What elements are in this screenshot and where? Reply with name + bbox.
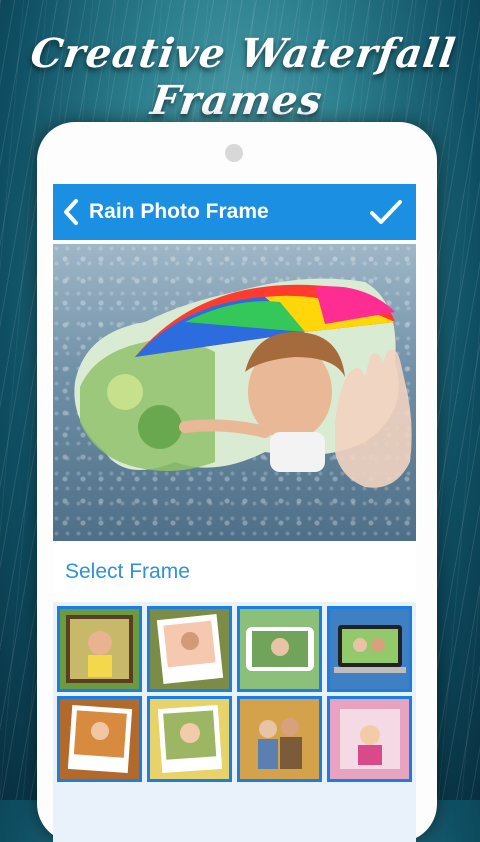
- frame-thumb-6[interactable]: [147, 696, 232, 782]
- frame-6-preview: [150, 699, 229, 779]
- frame-8-preview: [330, 699, 409, 779]
- frame-thumb-8[interactable]: [327, 696, 412, 782]
- check-icon: [370, 200, 402, 224]
- frame-thumb-7[interactable]: [237, 696, 322, 782]
- app-screen: Rain Photo Frame Select Frame: [53, 184, 416, 842]
- frame-1-preview: [60, 609, 139, 689]
- app-bar: Rain Photo Frame: [53, 184, 416, 240]
- frame-thumb-2[interactable]: [147, 606, 232, 692]
- frame-7-preview: [240, 699, 319, 779]
- photo-preview[interactable]: [53, 244, 416, 541]
- phone-speaker: [225, 144, 243, 162]
- back-button[interactable]: [53, 184, 89, 240]
- frame-thumb-1[interactable]: [57, 606, 142, 692]
- app-title: Rain Photo Frame: [89, 200, 269, 223]
- select-frame-label: Select Frame: [65, 560, 190, 583]
- frame-grid: [53, 602, 416, 842]
- confirm-button[interactable]: [368, 194, 404, 230]
- frame-thumb-3[interactable]: [237, 606, 322, 692]
- frame-5-preview: [60, 699, 139, 779]
- frame-thumb-5[interactable]: [57, 696, 142, 782]
- frame-4-preview: [330, 609, 409, 689]
- chevron-left-icon: [64, 199, 78, 225]
- frame-2-preview: [150, 609, 229, 689]
- frame-thumb-4[interactable]: [327, 606, 412, 692]
- photo-cutout: [74, 278, 412, 488]
- phone-mockup: Rain Photo Frame Select Frame: [37, 122, 437, 842]
- promo-title: Creative Waterfall Frames: [27, 30, 459, 124]
- frame-3-preview: [240, 609, 319, 689]
